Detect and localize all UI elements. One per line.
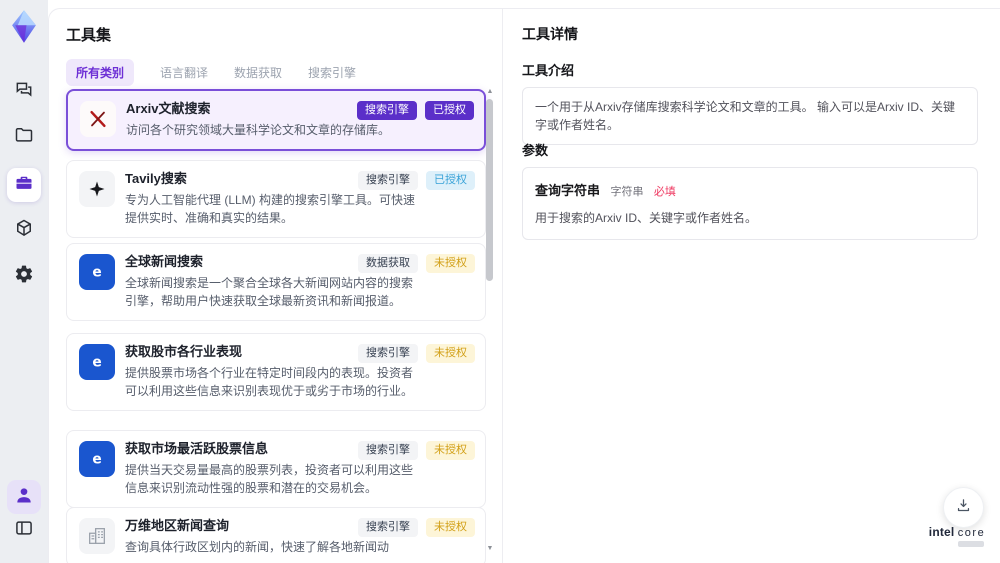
tool-desc: 全球新闻搜索是一个聚合全球各大新闻网站内容的搜索引擎，帮助用户快速获取全球最新资… [125, 275, 414, 308]
param-required-badge: 必填 [653, 186, 676, 198]
folder-icon [14, 125, 34, 150]
sidebar-item-files[interactable] [7, 120, 41, 154]
category-badge: 搜索引擎 [358, 344, 418, 363]
app-logo-icon[interactable] [9, 9, 39, 45]
user-icon [14, 485, 34, 510]
tool-card-sector-performance[interactable]: e 获取股市各行业表现 提供股票市场各个行业在特定时间段内的表现。投资者可以利用… [66, 333, 486, 411]
intel-core-logo: intel core [928, 525, 986, 539]
tool-desc: 提供当天交易量最高的股票列表，投资者可以利用这些信息来识别流动性强的股票和潜在的… [125, 462, 414, 495]
app-window: 工具集 所有类别 语言翻译 数据获取 搜索引擎 Arxiv文献搜索 访问各个研究… [0, 0, 1000, 563]
finance-app-icon: e [79, 344, 115, 380]
arxiv-logo-icon [80, 101, 116, 137]
parameter-card: 查询字符串 字符串 必填 用于搜索的Arxiv ID、关键字或作者姓名。 [522, 167, 978, 240]
news-app-icon: e [79, 254, 115, 290]
brand-core: core [957, 527, 986, 539]
scroll-up-icon[interactable]: ▲ [485, 88, 495, 95]
detail-panel-title: 工具详情 [522, 26, 578, 42]
auth-status-badge: 未授权 [426, 441, 475, 460]
tool-card-tavily[interactable]: Tavily搜索 专为人工智能代理 (LLM) 构建的搜索引擎工具。可快速提供实… [66, 160, 486, 238]
svg-text:e: e [92, 265, 101, 281]
auth-status-badge: 已授权 [426, 171, 475, 190]
tool-card-global-news[interactable]: e 全球新闻搜索 全球新闻搜索是一个聚合全球各大新闻网站内容的搜索引擎，帮助用户… [66, 243, 486, 321]
param-desc: 用于搜索的Arxiv ID、关键字或作者姓名。 [535, 211, 758, 225]
category-badge: 搜索引擎 [358, 441, 418, 460]
brand-intel: intel [928, 525, 955, 539]
list-scrollbar[interactable]: ▲ ▼ [485, 88, 495, 552]
sidebar-item-tools[interactable] [7, 168, 41, 202]
tab-data-acquisition[interactable]: 数据获取 [234, 59, 282, 86]
left-sidebar [0, 0, 48, 563]
tool-desc: 提供股票市场各个行业在特定时间段内的表现。投资者可以利用这些信息来识别表现优于或… [125, 365, 414, 398]
category-tabs: 所有类别 语言翻译 数据获取 搜索引擎 [66, 59, 356, 86]
panel-divider [502, 9, 503, 563]
tab-search-engine[interactable]: 搜索引擎 [308, 59, 356, 86]
download-button[interactable] [943, 487, 984, 528]
tool-desc: 专为人工智能代理 (LLM) 构建的搜索引擎工具。可快速提供实时、准确和真实的结… [125, 192, 416, 225]
auth-status-badge: 已授权 [425, 101, 474, 120]
building-icon [79, 518, 115, 554]
sidebar-item-settings[interactable] [7, 259, 41, 293]
sidebar-item-packages[interactable] [7, 213, 41, 247]
scroll-down-icon[interactable]: ▼ [485, 545, 495, 552]
category-badge: 搜索引擎 [358, 171, 418, 190]
panel-layout-icon [14, 518, 34, 543]
sidebar-item-chat[interactable] [7, 75, 41, 109]
tool-card-regional-news[interactable]: 万维地区新闻查询 查询具体行政区划内的新闻，快速了解各地新闻动 搜索引擎 未授权 [66, 507, 486, 563]
tool-card-active-stocks[interactable]: e 获取市场最活跃股票信息 提供当天交易量最高的股票列表，投资者可以利用这些信息… [66, 430, 486, 508]
scrollbar-thumb[interactable] [486, 99, 493, 281]
tool-intro-text: 一个用于从Arxiv存储库搜索科学论文和文章的工具。 输入可以是Arxiv ID… [522, 87, 978, 145]
chat-icon [14, 80, 34, 105]
tab-all-categories[interactable]: 所有类别 [66, 59, 135, 86]
params-heading: 参数 [522, 143, 549, 158]
page-title: 工具集 [66, 27, 112, 44]
tool-card-arxiv[interactable]: Arxiv文献搜索 访问各个研究领域大量科学论文和文章的存储库。 搜索引擎 已授… [66, 89, 486, 151]
param-name: 查询字符串 [535, 183, 601, 198]
brand-sub-badge [958, 541, 984, 547]
svg-text:e: e [92, 452, 101, 468]
intro-heading: 工具介绍 [522, 63, 575, 78]
auth-status-badge: 未授权 [426, 344, 475, 363]
gear-icon [14, 264, 34, 289]
tool-desc: 访问各个研究领域大量科学论文和文章的存储库。 [126, 122, 391, 137]
param-type: 字符串 [610, 186, 644, 198]
category-badge: 数据获取 [358, 254, 418, 273]
tavily-star-icon [79, 171, 115, 207]
auth-status-badge: 未授权 [426, 254, 475, 273]
category-badge: 搜索引擎 [357, 101, 417, 120]
finance-app-icon: e [79, 441, 115, 477]
sidebar-item-collapse[interactable] [7, 513, 41, 547]
toolbox-icon [14, 173, 34, 198]
auth-status-badge: 未授权 [426, 518, 475, 537]
tab-language-translation[interactable]: 语言翻译 [160, 59, 208, 86]
tool-desc: 查询具体行政区划内的新闻，快速了解各地新闻动 [125, 539, 390, 554]
package-icon [14, 218, 34, 243]
sidebar-item-account[interactable] [7, 480, 41, 514]
svg-text:e: e [92, 355, 101, 371]
download-icon [955, 497, 972, 519]
category-badge: 搜索引擎 [358, 518, 418, 537]
